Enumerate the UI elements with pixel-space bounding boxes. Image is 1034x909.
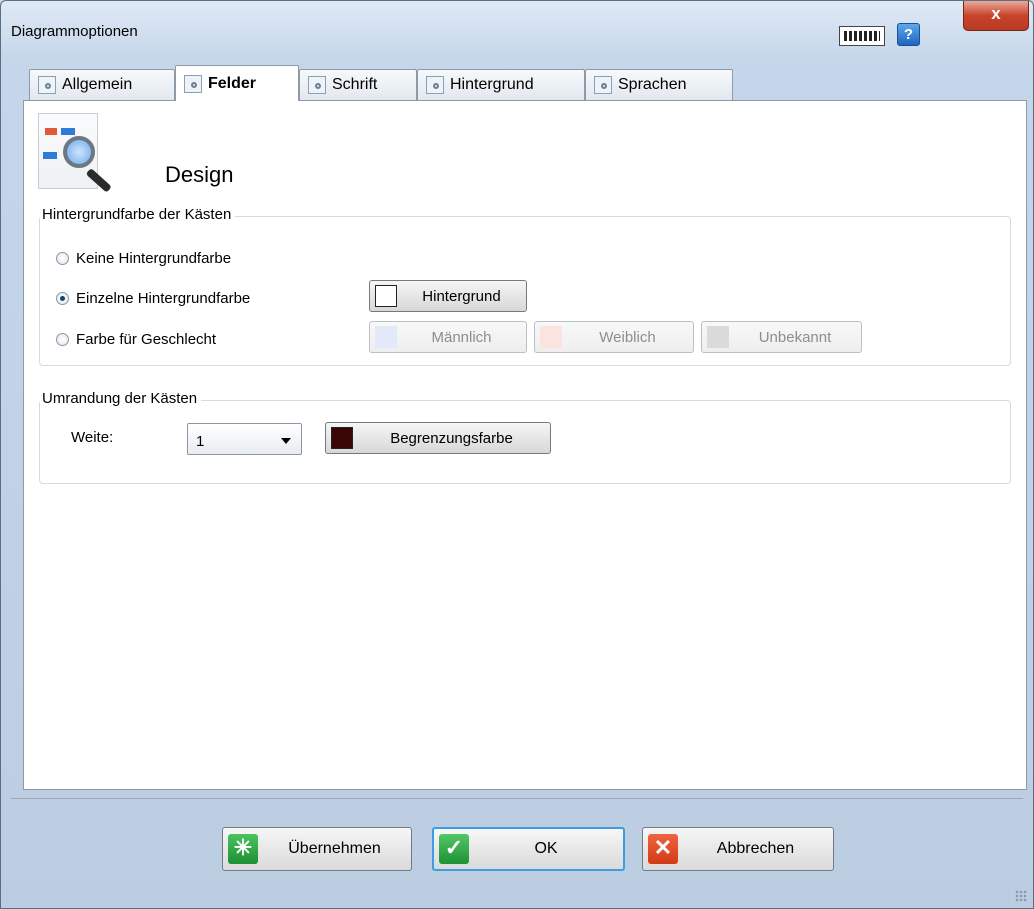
chevron-down-icon	[281, 438, 291, 444]
button-label: Unbekannt	[758, 328, 832, 346]
button-label: Weiblich	[599, 328, 656, 346]
settings-page-icon	[184, 74, 202, 93]
button-label: Männlich	[431, 328, 492, 346]
width-label: Weite:	[71, 429, 114, 446]
radio-label: Keine Hintergrundfarbe	[76, 250, 232, 267]
apply-button[interactable]: ✳ Übernehmen	[222, 827, 412, 871]
tab-label: Sprachen	[618, 76, 687, 93]
settings-page-icon	[38, 76, 56, 94]
tab-allgemein[interactable]: Allgemein	[29, 69, 175, 100]
select-value: 1	[196, 433, 205, 450]
title-bar: Diagrammoptionen ? x	[1, 1, 1033, 59]
male-color-button[interactable]: Männlich	[369, 321, 527, 353]
radio-button[interactable]	[56, 333, 69, 346]
color-swatch	[331, 427, 353, 449]
button-label: Begrenzungsfarbe	[390, 429, 513, 447]
tab-label: Felder	[208, 74, 257, 92]
box-background-group: Hintergrundfarbe der Kästen Keine Hinter…	[39, 206, 1011, 366]
keyboard-icon[interactable]	[839, 26, 885, 46]
radio-button[interactable]	[56, 292, 69, 305]
cancel-button[interactable]: ✕ Abbrechen	[642, 827, 834, 871]
button-label: OK	[534, 840, 558, 857]
color-swatch	[375, 326, 397, 348]
settings-page-icon	[426, 76, 444, 94]
color-swatch	[540, 326, 562, 348]
color-swatch	[707, 326, 729, 348]
radio-color-by-gender[interactable]: Farbe für Geschlecht	[56, 331, 216, 348]
settings-page-icon	[308, 76, 326, 94]
female-color-button[interactable]: Weiblich	[534, 321, 694, 353]
button-label: Abbrechen	[716, 840, 795, 857]
radio-no-background[interactable]: Keine Hintergrundfarbe	[56, 250, 231, 267]
tab-label: Schrift	[332, 76, 378, 93]
help-icon[interactable]: ?	[897, 23, 920, 46]
tab-hintergrund[interactable]: Hintergrund	[417, 69, 585, 100]
window-title: Diagrammoptionen	[11, 23, 138, 40]
background-color-button[interactable]: Hintergrund	[369, 280, 527, 312]
tab-felder[interactable]: Felder	[175, 65, 299, 101]
radio-label: Einzelne Hintergrundfarbe	[76, 290, 251, 307]
button-label: Hintergrund	[422, 287, 501, 305]
tab-sprachen[interactable]: Sprachen	[585, 69, 733, 100]
footer-divider	[11, 798, 1023, 799]
tab-label: Hintergrund	[450, 76, 534, 93]
radio-single-background[interactable]: Einzelne Hintergrundfarbe	[56, 290, 250, 307]
tab-schrift[interactable]: Schrift	[299, 69, 417, 100]
x-icon: ✕	[648, 834, 678, 864]
color-swatch	[375, 285, 397, 307]
radio-label: Farbe für Geschlecht	[76, 331, 217, 348]
apply-sparkle-icon: ✳	[228, 834, 258, 864]
button-label: Übernehmen	[288, 840, 381, 857]
checkmark-icon: ✓	[439, 834, 469, 864]
magnifier-diagram-icon	[38, 113, 112, 193]
section-title: Design	[165, 162, 234, 187]
border-color-button[interactable]: Begrenzungsfarbe	[325, 422, 551, 454]
radio-button[interactable]	[56, 252, 69, 265]
unknown-color-button[interactable]: Unbekannt	[701, 321, 862, 353]
settings-page-icon	[594, 76, 612, 94]
tab-label: Allgemein	[62, 76, 133, 93]
tab-panel-felder: Design Hintergrundfarbe der Kästen Keine…	[23, 100, 1027, 790]
group-label: Umrandung der Kästen	[40, 390, 202, 407]
dialog-window: Diagrammoptionen ? x Allgemein Felder Sc…	[0, 0, 1034, 909]
tab-strip: Allgemein Felder Schrift Hintergrund Spr…	[29, 65, 1025, 101]
group-label: Hintergrundfarbe der Kästen	[40, 206, 236, 223]
border-width-select[interactable]: 1	[187, 423, 302, 455]
close-button[interactable]: x	[963, 1, 1029, 31]
ok-button[interactable]: ✓ OK	[432, 827, 625, 871]
resize-grip[interactable]	[1015, 890, 1027, 902]
